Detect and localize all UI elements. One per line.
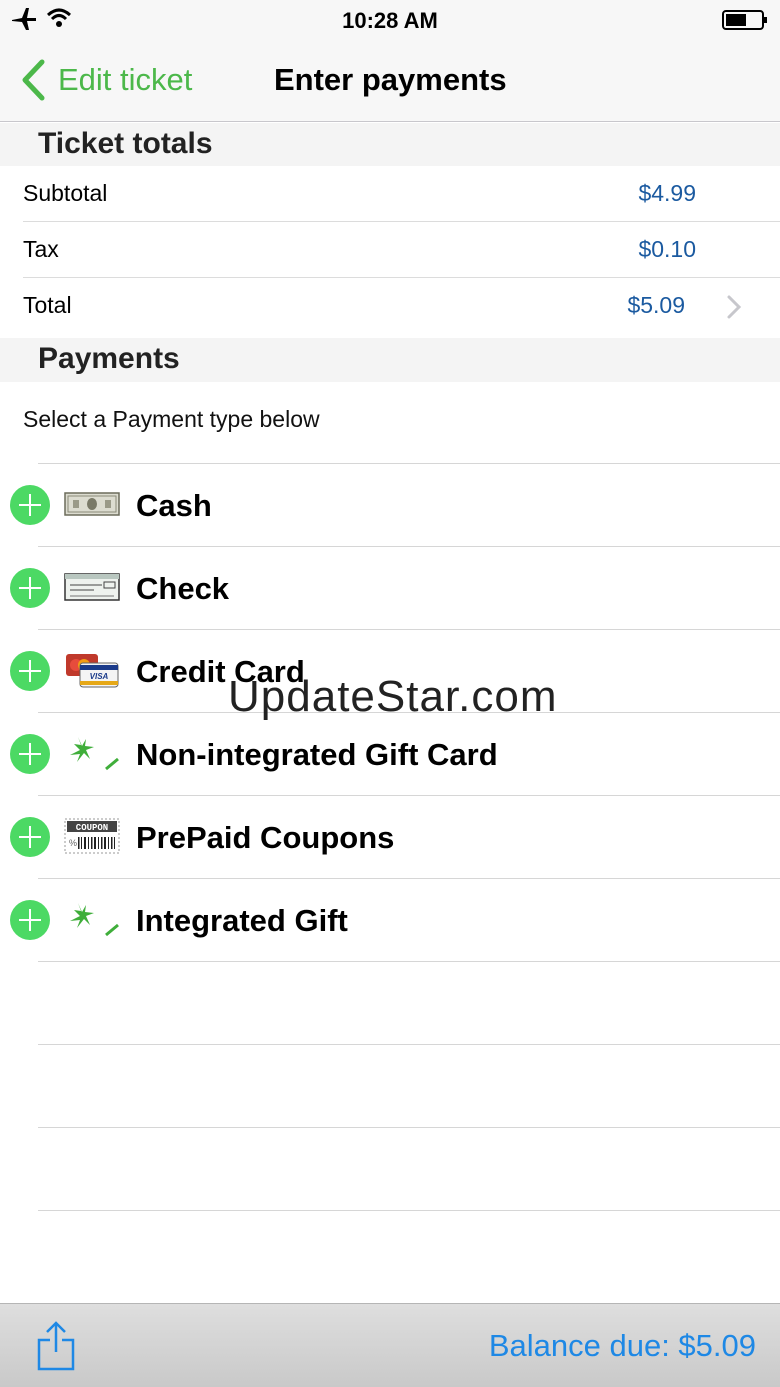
total-row[interactable]: Total $5.09 [0, 278, 780, 334]
payment-type-label: Check [136, 571, 230, 606]
credit-card-icon: VISA [66, 654, 119, 688]
payment-type-cash[interactable]: Cash [10, 463, 780, 546]
tax-row: Tax $0.10 [0, 222, 780, 278]
balance-due: Balance due: $5.09 [488, 1328, 756, 1363]
coupon-icon: COUPON % [64, 818, 120, 854]
gift-card-icon [70, 737, 119, 771]
back-button-label: Edit ticket [58, 62, 193, 97]
bottom-toolbar: Balance due: $5.09 [0, 1303, 780, 1387]
payment-type-non-integrated-gift-card[interactable]: Non-integrated Gift Card [10, 712, 780, 795]
svg-text:%: % [69, 838, 77, 848]
cash-icon [64, 492, 120, 516]
section-header-payments: Payments [0, 338, 780, 382]
subtotal-row: Subtotal $4.99 [0, 166, 780, 222]
row-value: $5.09 [627, 292, 685, 318]
payment-type-label: Integrated Gift [136, 903, 348, 938]
empty-list-row [38, 1210, 780, 1293]
svg-text:VISA: VISA [90, 672, 109, 681]
section-title: Payments [38, 342, 180, 375]
section-header-ticket-totals: Ticket totals [0, 123, 780, 167]
page-title: Enter payments [274, 62, 507, 97]
payment-type-credit-card[interactable]: VISA Credit Card [10, 629, 780, 712]
row-label: Total [23, 292, 72, 318]
row-label: Tax [23, 236, 59, 262]
payment-type-label: PrePaid Coupons [136, 820, 395, 855]
payment-type-check[interactable]: Check [10, 546, 780, 629]
payment-type-prepaid-coupons[interactable]: COUPON % PrePaid Coupons [10, 795, 780, 878]
payments-hint: Select a Payment type below [23, 406, 320, 432]
gift-icon [70, 903, 119, 937]
add-icon[interactable] [10, 734, 50, 774]
back-button[interactable]: Edit ticket [20, 56, 192, 104]
empty-list-row [38, 1044, 780, 1127]
add-icon[interactable] [10, 568, 50, 608]
row-value: $0.10 [638, 236, 696, 262]
status-bar: 10:28 AM [0, 0, 780, 40]
payment-type-label: Cash [136, 488, 212, 523]
payment-type-integrated-gift[interactable]: Integrated Gift [10, 878, 780, 961]
empty-list-row [38, 961, 780, 1044]
battery-icon [722, 10, 767, 30]
status-time: 10:28 AM [342, 8, 438, 33]
section-title: Ticket totals [38, 127, 213, 160]
row-label: Subtotal [23, 180, 108, 206]
payment-type-label: Non-integrated Gift Card [136, 737, 498, 772]
add-icon[interactable] [10, 651, 50, 691]
add-icon[interactable] [10, 900, 50, 940]
navigation-bar: Edit ticket Enter payments [0, 40, 780, 122]
payment-type-list: Cash Check VISA Credit Card Non-integrat… [0, 463, 780, 1293]
add-icon[interactable] [10, 485, 50, 525]
check-icon [64, 573, 120, 601]
payment-type-label: Credit Card [136, 654, 305, 689]
add-icon[interactable] [10, 817, 50, 857]
empty-list-row [38, 1127, 780, 1210]
chevron-right-icon [727, 295, 742, 319]
row-value: $4.99 [638, 180, 696, 206]
share-icon[interactable] [36, 1320, 76, 1372]
svg-text:COUPON: COUPON [76, 823, 108, 833]
chevron-left-icon [22, 59, 45, 101]
